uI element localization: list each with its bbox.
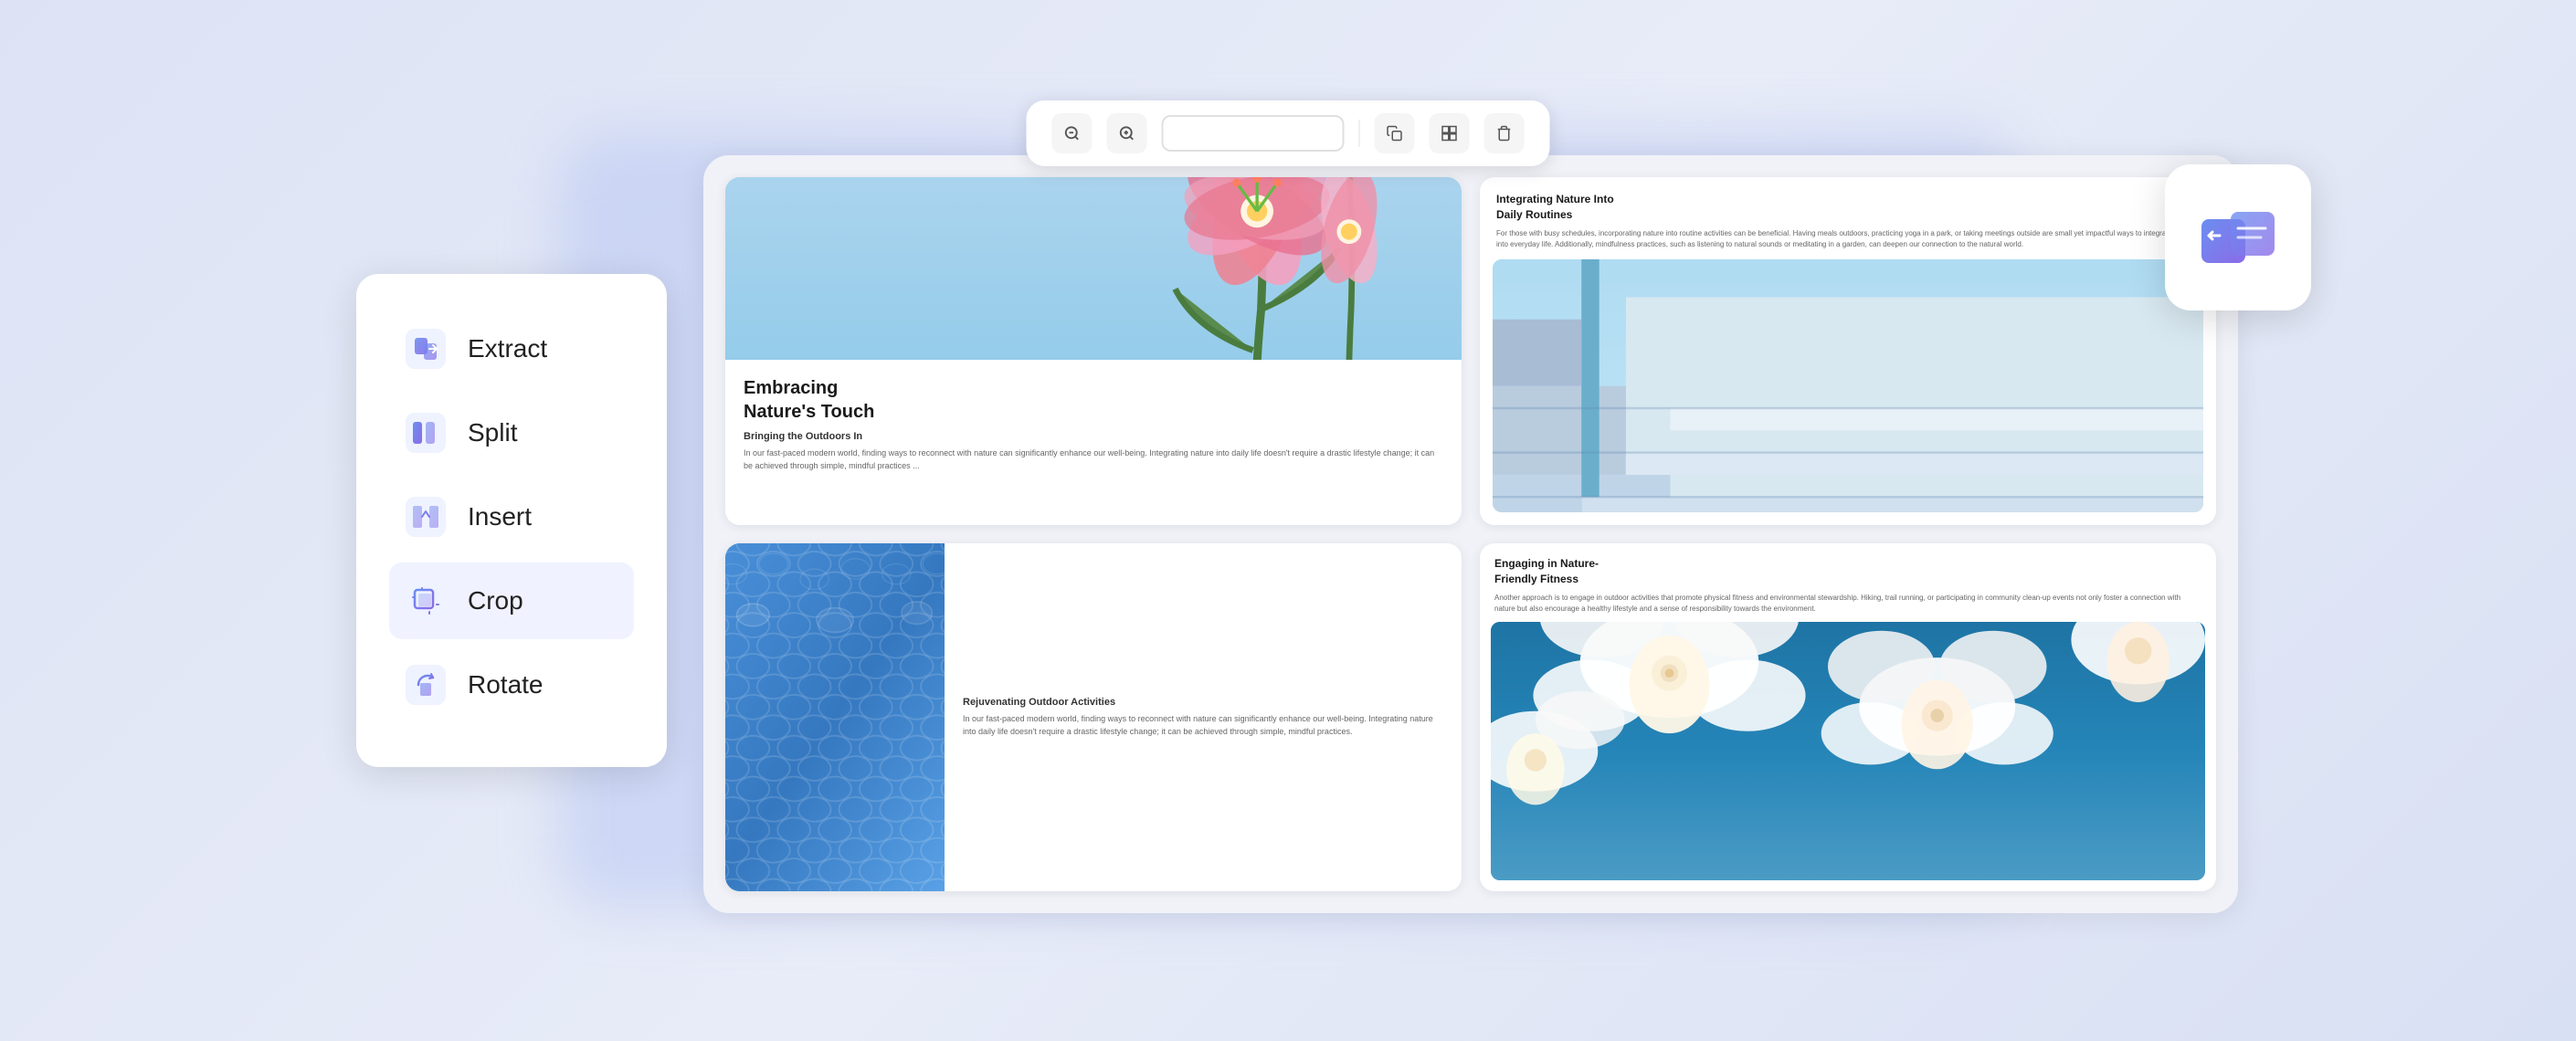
page4-title: Engaging in Nature-Friendly Fitness [1494,556,2201,587]
pdf-page-2[interactable]: Integrating Nature IntoDaily Routines Fo… [1480,177,2216,525]
split-icon [404,411,448,455]
page3-text: Rejuvenating Outdoor Activities In our f… [945,543,1462,891]
pdf-page-1[interactable]: EmbracingNature's Touch Bringing the Out… [725,177,1462,525]
rotate-icon [404,663,448,707]
floating-card [2165,164,2311,310]
sidebar-item-extract[interactable]: Extract [389,310,634,387]
page1-content: EmbracingNature's Touch Bringing the Out… [725,360,1462,525]
page1-image [725,177,1462,360]
page3-image [725,543,945,891]
zoom-out-button[interactable] [1052,113,1093,153]
extract-label: Extract [468,334,547,363]
page3-subtitle: Rejuvenating Outdoor Activities [963,697,1443,708]
rotate-label: Rotate [468,670,544,699]
crop-label: Crop [468,586,523,615]
sidebar-item-split[interactable]: Split [389,394,634,471]
page1-title: EmbracingNature's Touch [744,376,1443,424]
page1-body: In our fast-paced modern world, finding … [744,447,1443,472]
toolbar [1027,100,1550,166]
page4-image [1491,622,2205,880]
page3-body: In our fast-paced modern world, finding … [963,713,1443,738]
page2-body: For those with busy schedules, incorpora… [1496,228,2200,250]
page-input[interactable] [1162,115,1345,152]
layout-button[interactable] [1430,113,1470,153]
sidebar-item-insert[interactable]: Insert [389,478,634,555]
page2-image [1493,259,2203,512]
pdf-page-4[interactable]: Engaging in Nature-Friendly Fitness Anot… [1480,543,2216,891]
split-label: Split [468,418,517,447]
page2-header: Integrating Nature IntoDaily Routines Fo… [1480,177,2216,259]
toolbar-divider [1359,120,1360,147]
sidebar-item-crop[interactable]: Crop [389,563,634,639]
page1-subtitle: Bringing the Outdoors In [744,431,1443,442]
crop-icon [404,579,448,623]
sidebar-panel: Extract Split [356,274,667,767]
zoom-in-button[interactable] [1107,113,1147,153]
insert-icon [404,495,448,539]
page4-header: Engaging in Nature-Friendly Fitness Anot… [1480,543,2216,622]
page4-body: Another approach is to engage in outdoor… [1494,593,2201,615]
pdf-viewer: EmbracingNature's Touch Bringing the Out… [703,155,2238,913]
main-container: Extract Split [192,73,2384,968]
page2-title: Integrating Nature IntoDaily Routines [1496,192,2200,223]
delete-button[interactable] [1484,113,1525,153]
pdf-page-3[interactable]: Rejuvenating Outdoor Activities In our f… [725,543,1462,891]
page3-layout: Rejuvenating Outdoor Activities In our f… [725,543,1462,891]
copy-button[interactable] [1375,113,1415,153]
insert-label: Insert [468,502,532,531]
sidebar-item-rotate[interactable]: Rotate [389,647,634,723]
extract-icon [404,327,448,371]
